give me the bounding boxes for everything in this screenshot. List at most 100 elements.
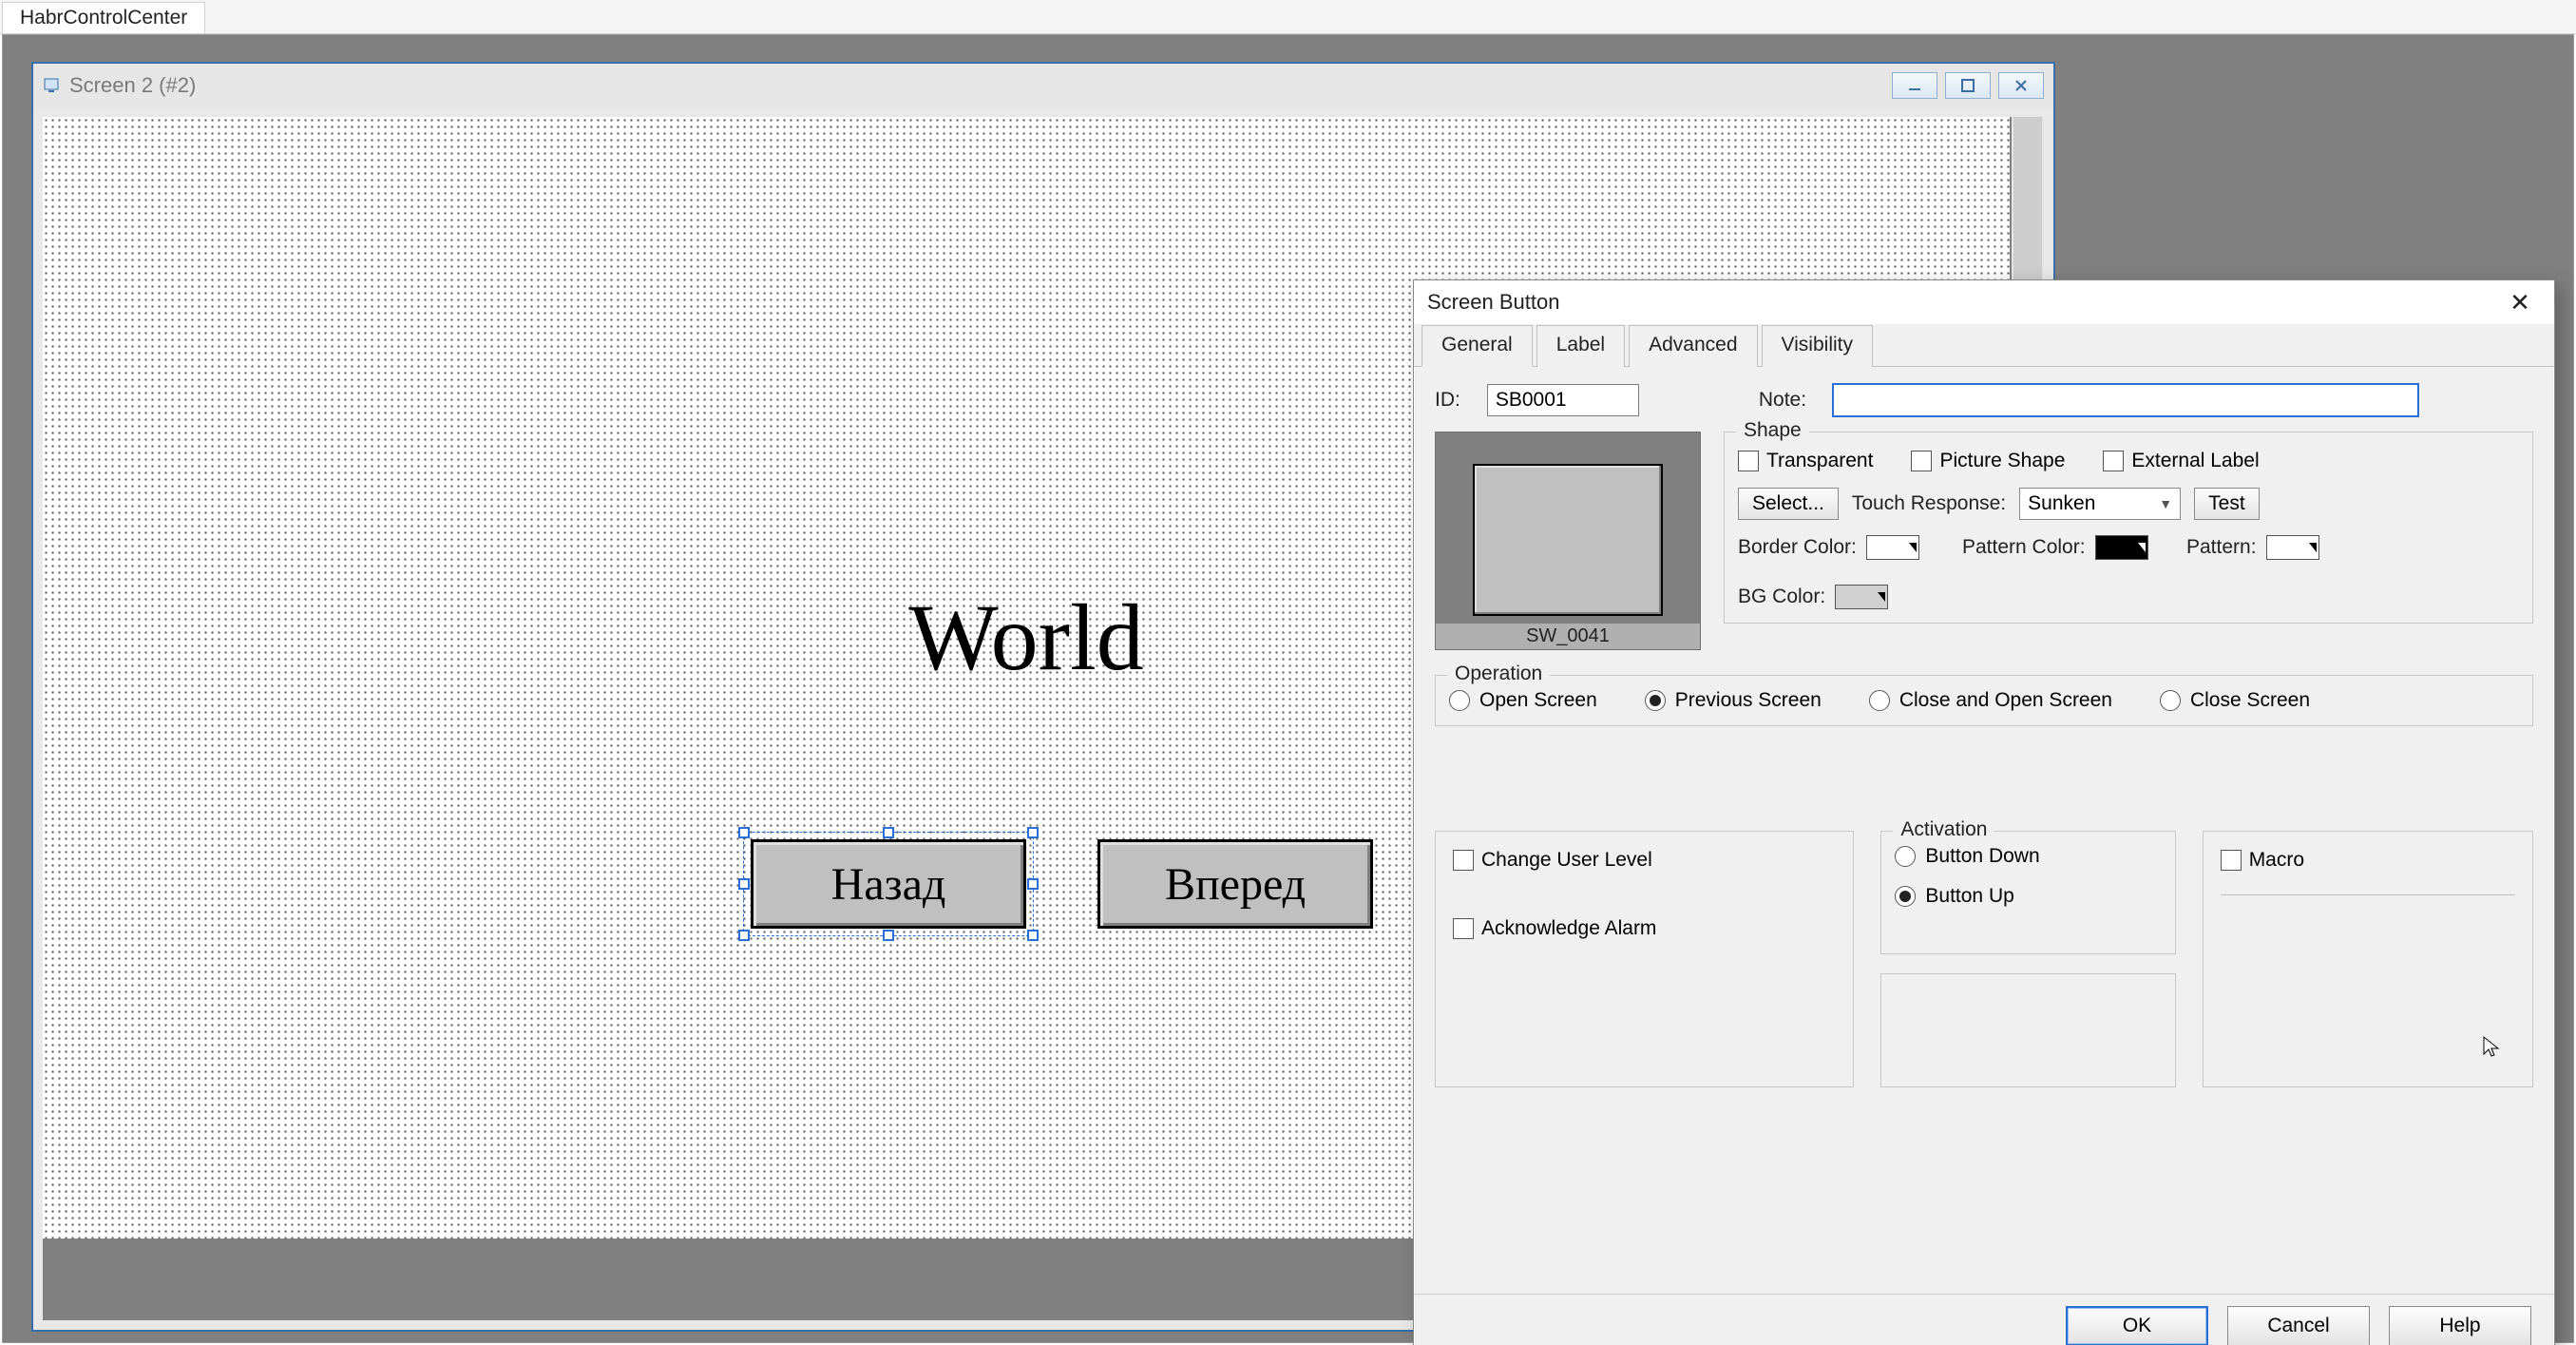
- transparent-checkbox[interactable]: Transparent: [1738, 450, 1873, 472]
- selection-handle[interactable]: [1027, 930, 1039, 941]
- screen-icon: [43, 76, 62, 95]
- ok-button[interactable]: OK: [2066, 1306, 2208, 1345]
- options-panel: Change User Level Acknowledge Alarm: [1435, 831, 1854, 1087]
- picture-shape-label: Picture Shape: [1939, 450, 2065, 472]
- radio-label: Button Down: [1925, 845, 2039, 868]
- minimize-button[interactable]: [1892, 72, 1937, 99]
- external-label-checkbox[interactable]: External Label: [2103, 450, 2259, 472]
- border-color-swatch[interactable]: [1866, 535, 1919, 560]
- selection-handle[interactable]: [883, 930, 894, 941]
- checkbox-icon: [2103, 451, 2124, 471]
- screen-button-forward[interactable]: Вперед: [1097, 839, 1373, 929]
- radio-icon: [2160, 690, 2181, 711]
- app-tab-main[interactable]: HabrControlCenter: [2, 2, 205, 33]
- canvas-static-label[interactable]: World: [908, 583, 1143, 692]
- tab-advanced[interactable]: Advanced: [1629, 325, 1757, 367]
- acknowledge-alarm-checkbox[interactable]: Acknowledge Alarm: [1453, 917, 1836, 940]
- dialog-tabs: General Label Advanced Visibility: [1414, 324, 2554, 367]
- dialog-footer: OK Cancel Help: [1414, 1294, 2554, 1345]
- shape-preview[interactable]: SW_0041: [1435, 432, 1701, 650]
- touch-response-value: Sunken: [2028, 492, 2095, 515]
- checkbox-label: Macro: [2249, 849, 2304, 872]
- divider: [2221, 894, 2515, 895]
- selection-handle[interactable]: [738, 930, 750, 941]
- selection-handle[interactable]: [738, 827, 750, 838]
- dropdown-icon: [2309, 543, 2317, 552]
- cursor-icon: [2481, 1035, 2504, 1058]
- dropdown-icon: [2138, 543, 2146, 552]
- touch-response-combo[interactable]: Sunken ▼: [2019, 488, 2181, 520]
- radio-icon: [1869, 690, 1890, 711]
- cancel-button[interactable]: Cancel: [2227, 1306, 2370, 1345]
- tab-label[interactable]: Label: [1536, 325, 1625, 367]
- operation-close-and-open-screen[interactable]: Close and Open Screen: [1869, 689, 2112, 712]
- child-window-titlebar[interactable]: Screen 2 (#2): [33, 64, 2053, 107]
- operation-close-screen[interactable]: Close Screen: [2160, 689, 2310, 712]
- dialog-close-button[interactable]: ✕: [2499, 286, 2541, 318]
- macro-checkbox[interactable]: Macro: [2221, 849, 2515, 872]
- picture-shape-checkbox[interactable]: Picture Shape: [1911, 450, 2065, 472]
- operation-previous-screen[interactable]: Previous Screen: [1645, 689, 1822, 712]
- pattern-color-swatch[interactable]: [2095, 535, 2148, 560]
- id-field[interactable]: [1487, 384, 1639, 416]
- operation-legend: Operation: [1447, 663, 1550, 685]
- activation-extra-panel: [1880, 973, 2175, 1087]
- tab-visibility[interactable]: Visibility: [1762, 325, 1873, 367]
- close-icon: ✕: [2509, 288, 2530, 317]
- checkbox-label: Acknowledge Alarm: [1481, 917, 1656, 940]
- touch-test-button[interactable]: Test: [2194, 488, 2260, 520]
- maximize-button[interactable]: [1945, 72, 1991, 99]
- transparent-label: Transparent: [1766, 450, 1873, 472]
- close-button[interactable]: [1998, 72, 2044, 99]
- activation-legend: Activation: [1893, 818, 1994, 841]
- macro-panel: Macro: [2203, 831, 2533, 1087]
- note-label: Note:: [1759, 389, 1806, 412]
- border-color-label: Border Color:: [1738, 536, 1857, 559]
- shape-legend: Shape: [1736, 419, 1809, 442]
- operation-open-screen[interactable]: Open Screen: [1449, 689, 1597, 712]
- child-window-title: Screen 2 (#2): [69, 73, 1884, 98]
- checkbox-label: Change User Level: [1481, 849, 1652, 872]
- selection-handle[interactable]: [1027, 878, 1039, 890]
- radio-icon: [1895, 846, 1916, 867]
- mdi-area: Screen 2 (#2) World: [2, 34, 2574, 1343]
- checkbox-icon: [1453, 918, 1474, 939]
- screen-button-back[interactable]: Назад: [751, 839, 1026, 929]
- note-field[interactable]: [1833, 384, 2418, 416]
- selection-handle[interactable]: [738, 878, 750, 890]
- checkbox-icon: [2221, 850, 2242, 871]
- id-label: ID:: [1435, 389, 1460, 412]
- radio-label: Open Screen: [1479, 689, 1597, 712]
- activation-button-down[interactable]: Button Down: [1895, 845, 2161, 868]
- radio-label: Close and Open Screen: [1899, 689, 2112, 712]
- external-label-label: External Label: [2131, 450, 2259, 472]
- shape-preview-thumb: [1473, 464, 1663, 616]
- radio-icon: [1645, 690, 1666, 711]
- bg-color-label: BG Color:: [1738, 586, 1825, 608]
- checkbox-icon: [1453, 850, 1474, 871]
- bg-color-swatch[interactable]: [1835, 585, 1888, 609]
- checkbox-icon: [1738, 451, 1759, 471]
- dialog-titlebar[interactable]: Screen Button ✕: [1414, 280, 2554, 324]
- touch-response-label: Touch Response:: [1852, 492, 2006, 515]
- tab-general[interactable]: General: [1422, 325, 1533, 367]
- dialog-title: Screen Button: [1427, 290, 2499, 315]
- radio-label: Close Screen: [2190, 689, 2310, 712]
- change-user-level-checkbox[interactable]: Change User Level: [1453, 849, 1836, 872]
- app-tabstrip: HabrControlCenter: [0, 0, 2576, 34]
- shape-select-button[interactable]: Select...: [1738, 488, 1839, 520]
- dropdown-icon: [1909, 543, 1917, 552]
- chevron-down-icon: ▼: [2159, 496, 2172, 511]
- help-button[interactable]: Help: [2389, 1306, 2531, 1345]
- pattern-label: Pattern:: [2186, 536, 2257, 559]
- selection-handle[interactable]: [883, 827, 894, 838]
- pattern-swatch[interactable]: [2266, 535, 2319, 560]
- activation-button-up[interactable]: Button Up: [1895, 885, 2161, 908]
- radio-label: Button Up: [1925, 885, 2013, 908]
- selection-handle[interactable]: [1027, 827, 1039, 838]
- screen-button-dialog: Screen Button ✕ General Label Advanced V…: [1413, 279, 2555, 1345]
- checkbox-icon: [1911, 451, 1932, 471]
- shape-preview-caption: SW_0041: [1436, 624, 1700, 649]
- dropdown-icon: [1878, 592, 1885, 602]
- radio-icon: [1449, 690, 1470, 711]
